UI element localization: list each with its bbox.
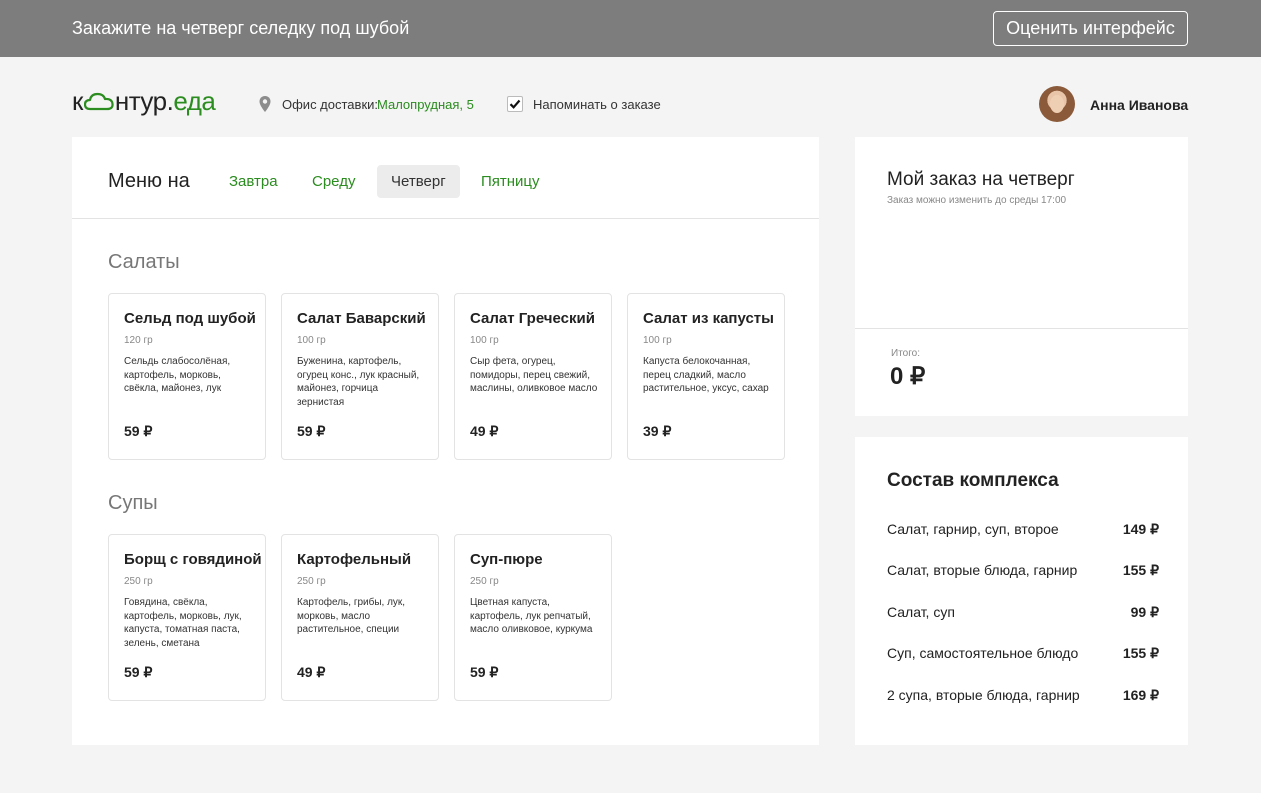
combo-label: Салат, гарнир, суп, второе bbox=[887, 521, 1059, 537]
dish-card[interactable]: Суп-пюре 250 гр Цветная капуста, картофе… bbox=[454, 534, 612, 701]
dish-price: 59 ₽ bbox=[124, 664, 153, 680]
combo-row: Салат, гарнир, суп, второе 149 ₽ bbox=[887, 521, 1159, 537]
combo-price: 149 ₽ bbox=[1122, 521, 1159, 537]
promo-text: Закажите на четверг селедку под шубой bbox=[72, 18, 410, 38]
dish-description: Сельдь слабосолёная, картофель, морковь,… bbox=[124, 356, 231, 394]
rate-interface-button[interactable]: Оценить интерфейс bbox=[993, 11, 1188, 46]
user-name[interactable]: Анна Иванова bbox=[1090, 97, 1188, 113]
divider bbox=[855, 328, 1188, 329]
combo-label: 2 супа, вторые блюда, гарнир bbox=[887, 687, 1080, 703]
tab-thursday[interactable]: Четверг bbox=[377, 165, 460, 198]
dish-card[interactable]: Салат Греческий 100 гр Сыр фета, огурец,… bbox=[454, 293, 612, 460]
dish-price: 39 ₽ bbox=[643, 423, 672, 439]
menu-title: Меню на bbox=[108, 170, 190, 192]
dish-description: Говядина, свёкла, картофель, морковь, лу… bbox=[124, 597, 242, 649]
combo-label: Суп, самостоятельное блюдо bbox=[887, 645, 1079, 661]
remind-checkbox[interactable] bbox=[507, 96, 523, 112]
dish-card[interactable]: Картофельный 250 гр Картофель, грибы, лу… bbox=[281, 534, 439, 701]
dish-price: 49 ₽ bbox=[297, 664, 326, 680]
combo-title: Состав комплекса bbox=[887, 470, 1059, 491]
order-deadline-note: Заказ можно изменить до среды 17:00 bbox=[887, 195, 1067, 206]
dish-name: Картофельный bbox=[297, 551, 412, 568]
office-label: Офис доставки: bbox=[282, 97, 379, 112]
combo-price: 169 ₽ bbox=[1122, 687, 1159, 703]
dish-weight: 250 гр bbox=[124, 576, 153, 587]
dish-weight: 250 гр bbox=[297, 576, 326, 587]
logo[interactable]: к нтур. еда bbox=[72, 86, 216, 117]
logo-text-mid: нтур. bbox=[114, 86, 174, 116]
dish-weight: 100 гр bbox=[643, 335, 672, 346]
dish-description: Картофель, грибы, лук, морковь, масло ра… bbox=[297, 597, 406, 635]
dish-description: Сыр фета, огурец, помидоры, перец свежий… bbox=[470, 356, 598, 394]
order-panel: Мой заказ на четверг Заказ можно изменит… bbox=[855, 137, 1188, 416]
menu-panel: Меню на Завтра Среду Четверг Пятницу Сал… bbox=[72, 137, 819, 745]
dish-name: Суп-пюре bbox=[470, 551, 543, 568]
avatar[interactable] bbox=[1039, 86, 1075, 122]
combo-row: Салат, вторые блюда, гарнир 155 ₽ bbox=[887, 562, 1159, 578]
dish-price: 49 ₽ bbox=[470, 423, 499, 439]
dish-card[interactable]: Салат Баварский 100 гр Буженина, картофе… bbox=[281, 293, 439, 460]
section-title-soups: Супы bbox=[108, 492, 158, 514]
office-address-link[interactable]: Малопрудная, 5 bbox=[377, 97, 474, 112]
dish-name: Борщ с говядиной bbox=[124, 551, 262, 568]
tab-wednesday[interactable]: Среду bbox=[298, 165, 369, 198]
menu-header: Меню на Завтра Среду Четверг Пятницу bbox=[72, 137, 819, 219]
dish-price: 59 ₽ bbox=[470, 664, 499, 680]
combo-label: Салат, вторые блюда, гарнир bbox=[887, 562, 1078, 578]
logo-text-start: к bbox=[72, 86, 83, 116]
combo-row: Суп, самостоятельное блюдо 155 ₽ bbox=[887, 645, 1159, 661]
dish-card[interactable]: Салат из капусты 100 гр Капуста белокоча… bbox=[627, 293, 785, 460]
dish-weight: 100 гр bbox=[470, 335, 499, 346]
remind-label[interactable]: Напоминать о заказе bbox=[533, 97, 661, 112]
combo-label: Салат, суп bbox=[887, 604, 955, 620]
header: к нтур. еда Офис доставки: Малопрудная, … bbox=[0, 57, 1261, 137]
location-pin-icon bbox=[258, 95, 272, 113]
dish-description: Буженина, картофель, огурец конс., лук к… bbox=[297, 356, 420, 408]
promo-bar: Закажите на четверг селедку под шубой Оц… bbox=[0, 0, 1261, 57]
section-title-salads: Салаты bbox=[108, 251, 180, 273]
combo-row: Салат, суп 99 ₽ bbox=[887, 604, 1159, 620]
combo-panel: Состав комплекса Салат, гарнир, суп, вто… bbox=[855, 437, 1188, 745]
checkmark-icon bbox=[509, 99, 521, 109]
dish-name: Сельд под шубой bbox=[124, 310, 256, 327]
dish-description: Капуста белокочанная, перец сладкий, мас… bbox=[643, 356, 769, 394]
logo-text-end: еда bbox=[173, 86, 216, 116]
dish-name: Салат Греческий bbox=[470, 310, 595, 327]
dish-card[interactable]: Сельд под шубой 120 гр Сельдь слабосолён… bbox=[108, 293, 266, 460]
dish-description: Цветная капуста, картофель, лук репчатый… bbox=[470, 597, 593, 635]
dish-card[interactable]: Борщ с говядиной 250 гр Говядина, свёкла… bbox=[108, 534, 266, 701]
dish-weight: 120 гр bbox=[124, 335, 153, 346]
combo-price: 99 ₽ bbox=[1130, 604, 1159, 620]
dish-name: Салат Баварский bbox=[297, 310, 426, 327]
dish-weight: 100 гр bbox=[297, 335, 326, 346]
dish-name: Салат из капусты bbox=[643, 310, 774, 327]
combo-price: 155 ₽ bbox=[1122, 562, 1159, 578]
combo-row: 2 супа, вторые блюда, гарнир 169 ₽ bbox=[887, 687, 1159, 703]
cloud-logo-icon bbox=[83, 88, 114, 111]
dish-price: 59 ₽ bbox=[124, 423, 153, 439]
dish-weight: 250 гр bbox=[470, 576, 499, 587]
tab-tomorrow[interactable]: Завтра bbox=[215, 165, 292, 198]
dish-price: 59 ₽ bbox=[297, 423, 326, 439]
order-title: Мой заказ на четверг bbox=[887, 169, 1075, 190]
total-value: 0 ₽ bbox=[890, 363, 926, 390]
tab-friday[interactable]: Пятницу bbox=[467, 165, 554, 198]
combo-price: 155 ₽ bbox=[1122, 645, 1159, 661]
total-label: Итого: bbox=[891, 348, 920, 359]
